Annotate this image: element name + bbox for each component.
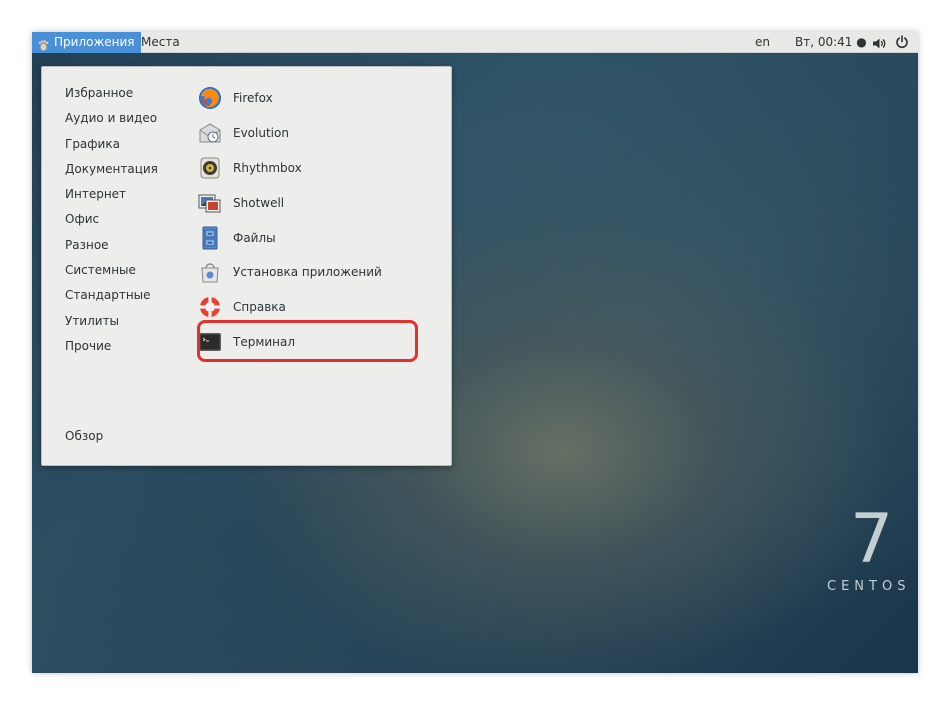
application-list: Firefox Evolution Rhythmbox Shotwell Фай… xyxy=(197,81,382,359)
overview-link[interactable]: Обзор xyxy=(65,429,103,443)
firefox-icon xyxy=(197,85,223,111)
app-software[interactable]: Установка приложений xyxy=(197,255,382,290)
app-label: Firefox xyxy=(233,91,273,106)
terminal-highlight-frame xyxy=(197,320,418,362)
app-label: Rhythmbox xyxy=(233,160,302,175)
category-graphics[interactable]: Графика xyxy=(65,132,158,157)
applications-menu: Избранное Аудио и видео Графика Документ… xyxy=(41,66,452,466)
evolution-icon xyxy=(197,120,223,146)
power-icon[interactable] xyxy=(895,35,909,49)
places-menu-button[interactable]: Места xyxy=(141,32,180,53)
volume-icon[interactable] xyxy=(872,36,886,49)
category-utilities[interactable]: Утилиты xyxy=(65,309,158,334)
top-bar: Приложения Места en Вт, 00:41 ● xyxy=(32,32,918,53)
category-internet[interactable]: Интернет xyxy=(65,182,158,207)
category-system[interactable]: Системные xyxy=(65,258,158,283)
category-documentation[interactable]: Документация xyxy=(65,157,158,182)
category-list: Избранное Аудио и видео Графика Документ… xyxy=(65,81,158,359)
app-firefox[interactable]: Firefox xyxy=(197,81,382,116)
brand-name: CENTOS xyxy=(827,579,911,594)
category-misc[interactable]: Прочие xyxy=(65,334,158,359)
app-label: Shotwell xyxy=(233,195,285,210)
app-shotwell[interactable]: Shotwell xyxy=(197,185,382,220)
category-audio-video[interactable]: Аудио и видео xyxy=(65,106,158,131)
files-icon xyxy=(197,225,223,251)
keyboard-layout-indicator[interactable]: en xyxy=(755,32,770,53)
app-label: Справка xyxy=(233,300,286,315)
category-office[interactable]: Офис xyxy=(65,207,158,232)
help-icon xyxy=(197,294,223,320)
category-accessories[interactable]: Стандартные xyxy=(65,283,158,308)
app-files[interactable]: Файлы xyxy=(197,220,382,255)
applications-label: Приложения xyxy=(54,35,135,49)
rhythmbox-icon xyxy=(197,155,223,181)
app-label: Установка приложений xyxy=(233,265,382,280)
shotwell-icon xyxy=(197,190,223,216)
desktop: Приложения Места en Вт, 00:41 ● Избранно… xyxy=(32,32,918,673)
app-label: Файлы xyxy=(233,230,276,245)
app-rhythmbox[interactable]: Rhythmbox xyxy=(197,151,382,186)
app-evolution[interactable]: Evolution xyxy=(197,116,382,151)
category-other[interactable]: Разное xyxy=(65,233,158,258)
software-icon xyxy=(197,259,223,285)
foot-icon xyxy=(38,37,49,51)
version-number: 7 xyxy=(850,500,894,579)
category-favorites[interactable]: Избранное xyxy=(65,81,158,106)
app-label: Evolution xyxy=(233,126,289,141)
clock[interactable]: Вт, 00:41 ● xyxy=(795,32,867,53)
applications-menu-button[interactable]: Приложения xyxy=(32,32,141,53)
